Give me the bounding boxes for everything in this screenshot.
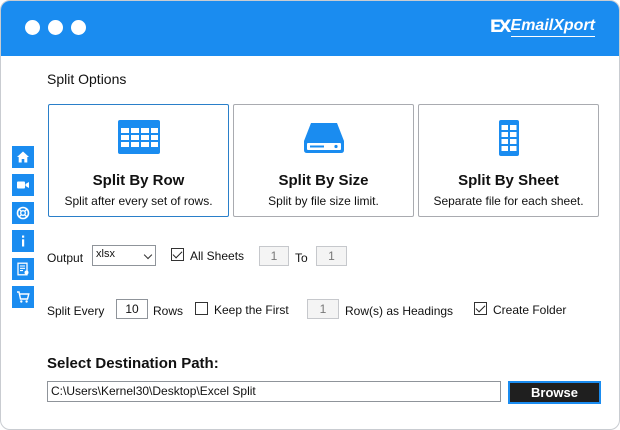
all-sheets-label: All Sheets [190, 249, 245, 263]
output-format-select[interactable]: xlsx [92, 245, 156, 266]
sheet-to-input[interactable]: 1 [316, 246, 347, 266]
window-minimize-dot[interactable] [48, 20, 63, 35]
info-icon[interactable] [12, 230, 34, 252]
card-description: Separate file for each sheet. [433, 194, 584, 208]
sheet-from-input[interactable]: 1 [259, 246, 289, 266]
window-maximize-dot[interactable] [71, 20, 86, 35]
document-icon[interactable] [12, 258, 34, 280]
card-description: Split by file size limit. [268, 194, 379, 208]
keep-first-label: Keep the First [214, 303, 289, 317]
chevron-down-icon [143, 250, 153, 260]
rows-label: Rows [153, 304, 184, 318]
split-every-label: Split Every [47, 304, 105, 318]
cart-icon[interactable] [12, 286, 34, 308]
create-folder-checkbox[interactable] [474, 302, 487, 315]
split-by-row-card[interactable]: Split By Row Split after every set of ro… [48, 104, 229, 217]
heading-rows-input[interactable]: 1 [307, 299, 339, 319]
title-bar: EX EmailXport [1, 1, 619, 56]
table-icon [117, 119, 161, 158]
all-sheets-checkbox[interactable] [171, 248, 184, 261]
keep-first-checkbox[interactable] [195, 302, 208, 315]
brand-logo: EX EmailXport [490, 17, 595, 37]
output-format-value: xlsx [96, 248, 115, 260]
split-options-title: Split Options [47, 71, 127, 87]
brand-mark: EX [489, 17, 512, 37]
sheet-icon [487, 119, 531, 160]
create-folder-label: Create Folder [493, 303, 567, 317]
split-by-size-card[interactable]: Split By Size Split by file size limit. [233, 104, 414, 217]
browse-button[interactable]: Browse [508, 381, 601, 404]
drive-icon [302, 119, 346, 158]
video-icon[interactable] [12, 174, 34, 196]
to-label: To [295, 251, 308, 265]
destination-path-input[interactable]: C:\Users\Kernel30\Desktop\Excel Split [47, 381, 501, 402]
rows-count-input[interactable]: 10 [116, 299, 148, 319]
card-title: Split By Sheet [458, 172, 559, 189]
output-label: Output [47, 251, 84, 265]
support-icon[interactable] [12, 202, 34, 224]
headings-label: Row(s) as Headings [345, 304, 454, 318]
destination-title: Select Destination Path: [47, 355, 219, 372]
window-close-dot[interactable] [25, 20, 40, 35]
app-window: EX EmailXport Split Options Split By Row… [0, 0, 620, 430]
card-title: Split By Size [278, 172, 369, 189]
card-description: Split after every set of rows. [64, 194, 213, 208]
brand-name: EmailXport [510, 17, 595, 37]
home-icon[interactable] [12, 146, 34, 168]
card-title: Split By Row [92, 172, 185, 189]
split-by-sheet-card[interactable]: Split By Sheet Separate file for each sh… [418, 104, 599, 217]
